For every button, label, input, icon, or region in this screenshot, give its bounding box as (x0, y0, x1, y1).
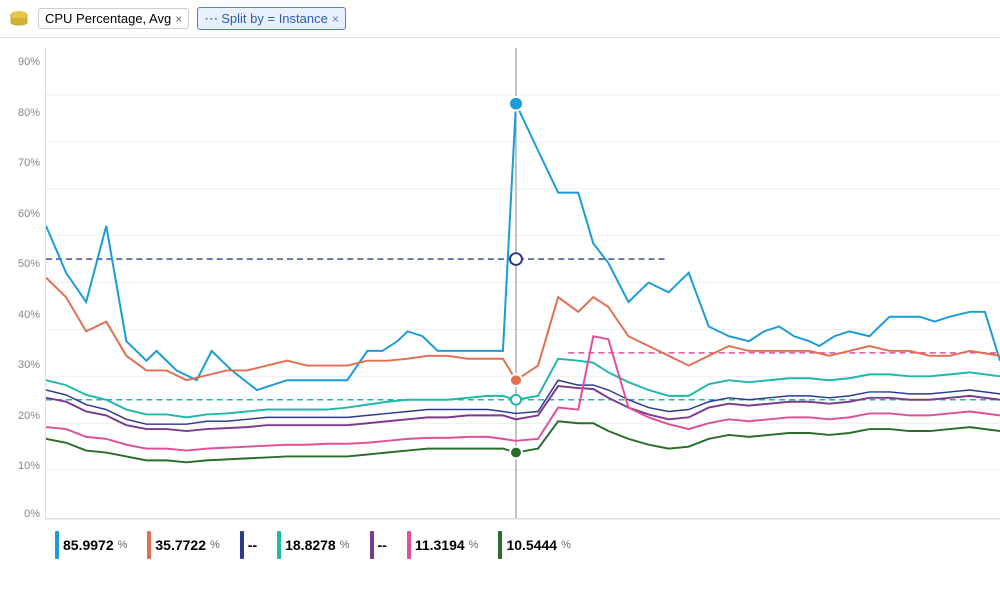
legend-item-pink: 11.3194 % (407, 531, 479, 559)
legend-value-orange: 35.7722 (155, 537, 206, 553)
metric-chip[interactable]: CPU Percentage, Avg × (38, 8, 189, 29)
y-label-50: 50% (18, 258, 40, 270)
split-label: Split by = Instance (221, 11, 328, 26)
legend-value-pink: 11.3194 (415, 537, 465, 553)
y-label-60: 60% (18, 208, 40, 220)
database-icon (8, 8, 30, 30)
chart-area[interactable] (45, 48, 1000, 519)
split-close-button[interactable]: × (332, 12, 339, 26)
legend-color-orange (147, 531, 151, 559)
y-label-90: 90% (18, 56, 40, 68)
legend-item-navy: -- (240, 531, 257, 559)
legend-value-blue: 85.9972 (63, 537, 114, 553)
metric-close-button[interactable]: × (175, 13, 182, 25)
legend-color-navy (240, 531, 244, 559)
legend-unit-teal: % (340, 539, 350, 551)
metric-label: CPU Percentage, Avg (45, 11, 171, 26)
legend-color-pink (407, 531, 411, 559)
legend-color-teal (277, 531, 281, 559)
chart-container: 90% 80% 70% 60% 50% 40% 30% 20% 10% 0% (0, 38, 1000, 569)
y-label-70: 70% (18, 157, 40, 169)
y-label-20: 20% (18, 410, 40, 422)
split-dots-icon: ⋯ (204, 10, 217, 27)
legend-item-orange: 35.7722 % (147, 531, 219, 559)
legend-value-teal: 18.8278 (285, 537, 336, 553)
legend-unit-green: % (561, 539, 571, 551)
legend-value-navy: -- (248, 537, 257, 553)
legend: 85.9972 % 35.7722 % -- 18.8278 % -- 11.3… (45, 519, 1000, 569)
chart-svg (46, 48, 1000, 518)
legend-item-purple: -- (370, 531, 387, 559)
legend-item-green: 10.5444 % (498, 531, 570, 559)
legend-color-blue (55, 531, 59, 559)
y-label-0: 0% (24, 508, 40, 520)
legend-unit-blue: % (118, 539, 128, 551)
y-label-80: 80% (18, 107, 40, 119)
legend-value-green: 10.5444 (506, 537, 557, 553)
y-label-30: 30% (18, 359, 40, 371)
legend-color-purple (370, 531, 374, 559)
legend-item-blue: 85.9972 % (55, 531, 127, 559)
split-chip[interactable]: ⋯ Split by = Instance × (197, 7, 346, 30)
y-axis: 90% 80% 70% 60% 50% 40% 30% 20% 10% 0% (0, 38, 45, 519)
legend-unit-pink: % (469, 539, 479, 551)
toolbar: CPU Percentage, Avg × ⋯ Split by = Insta… (0, 0, 1000, 38)
y-label-40: 40% (18, 309, 40, 321)
legend-item-teal: 18.8278 % (277, 531, 349, 559)
y-label-10: 10% (18, 460, 40, 472)
legend-color-green (498, 531, 502, 559)
legend-value-purple: -- (378, 537, 387, 553)
legend-unit-orange: % (210, 539, 220, 551)
